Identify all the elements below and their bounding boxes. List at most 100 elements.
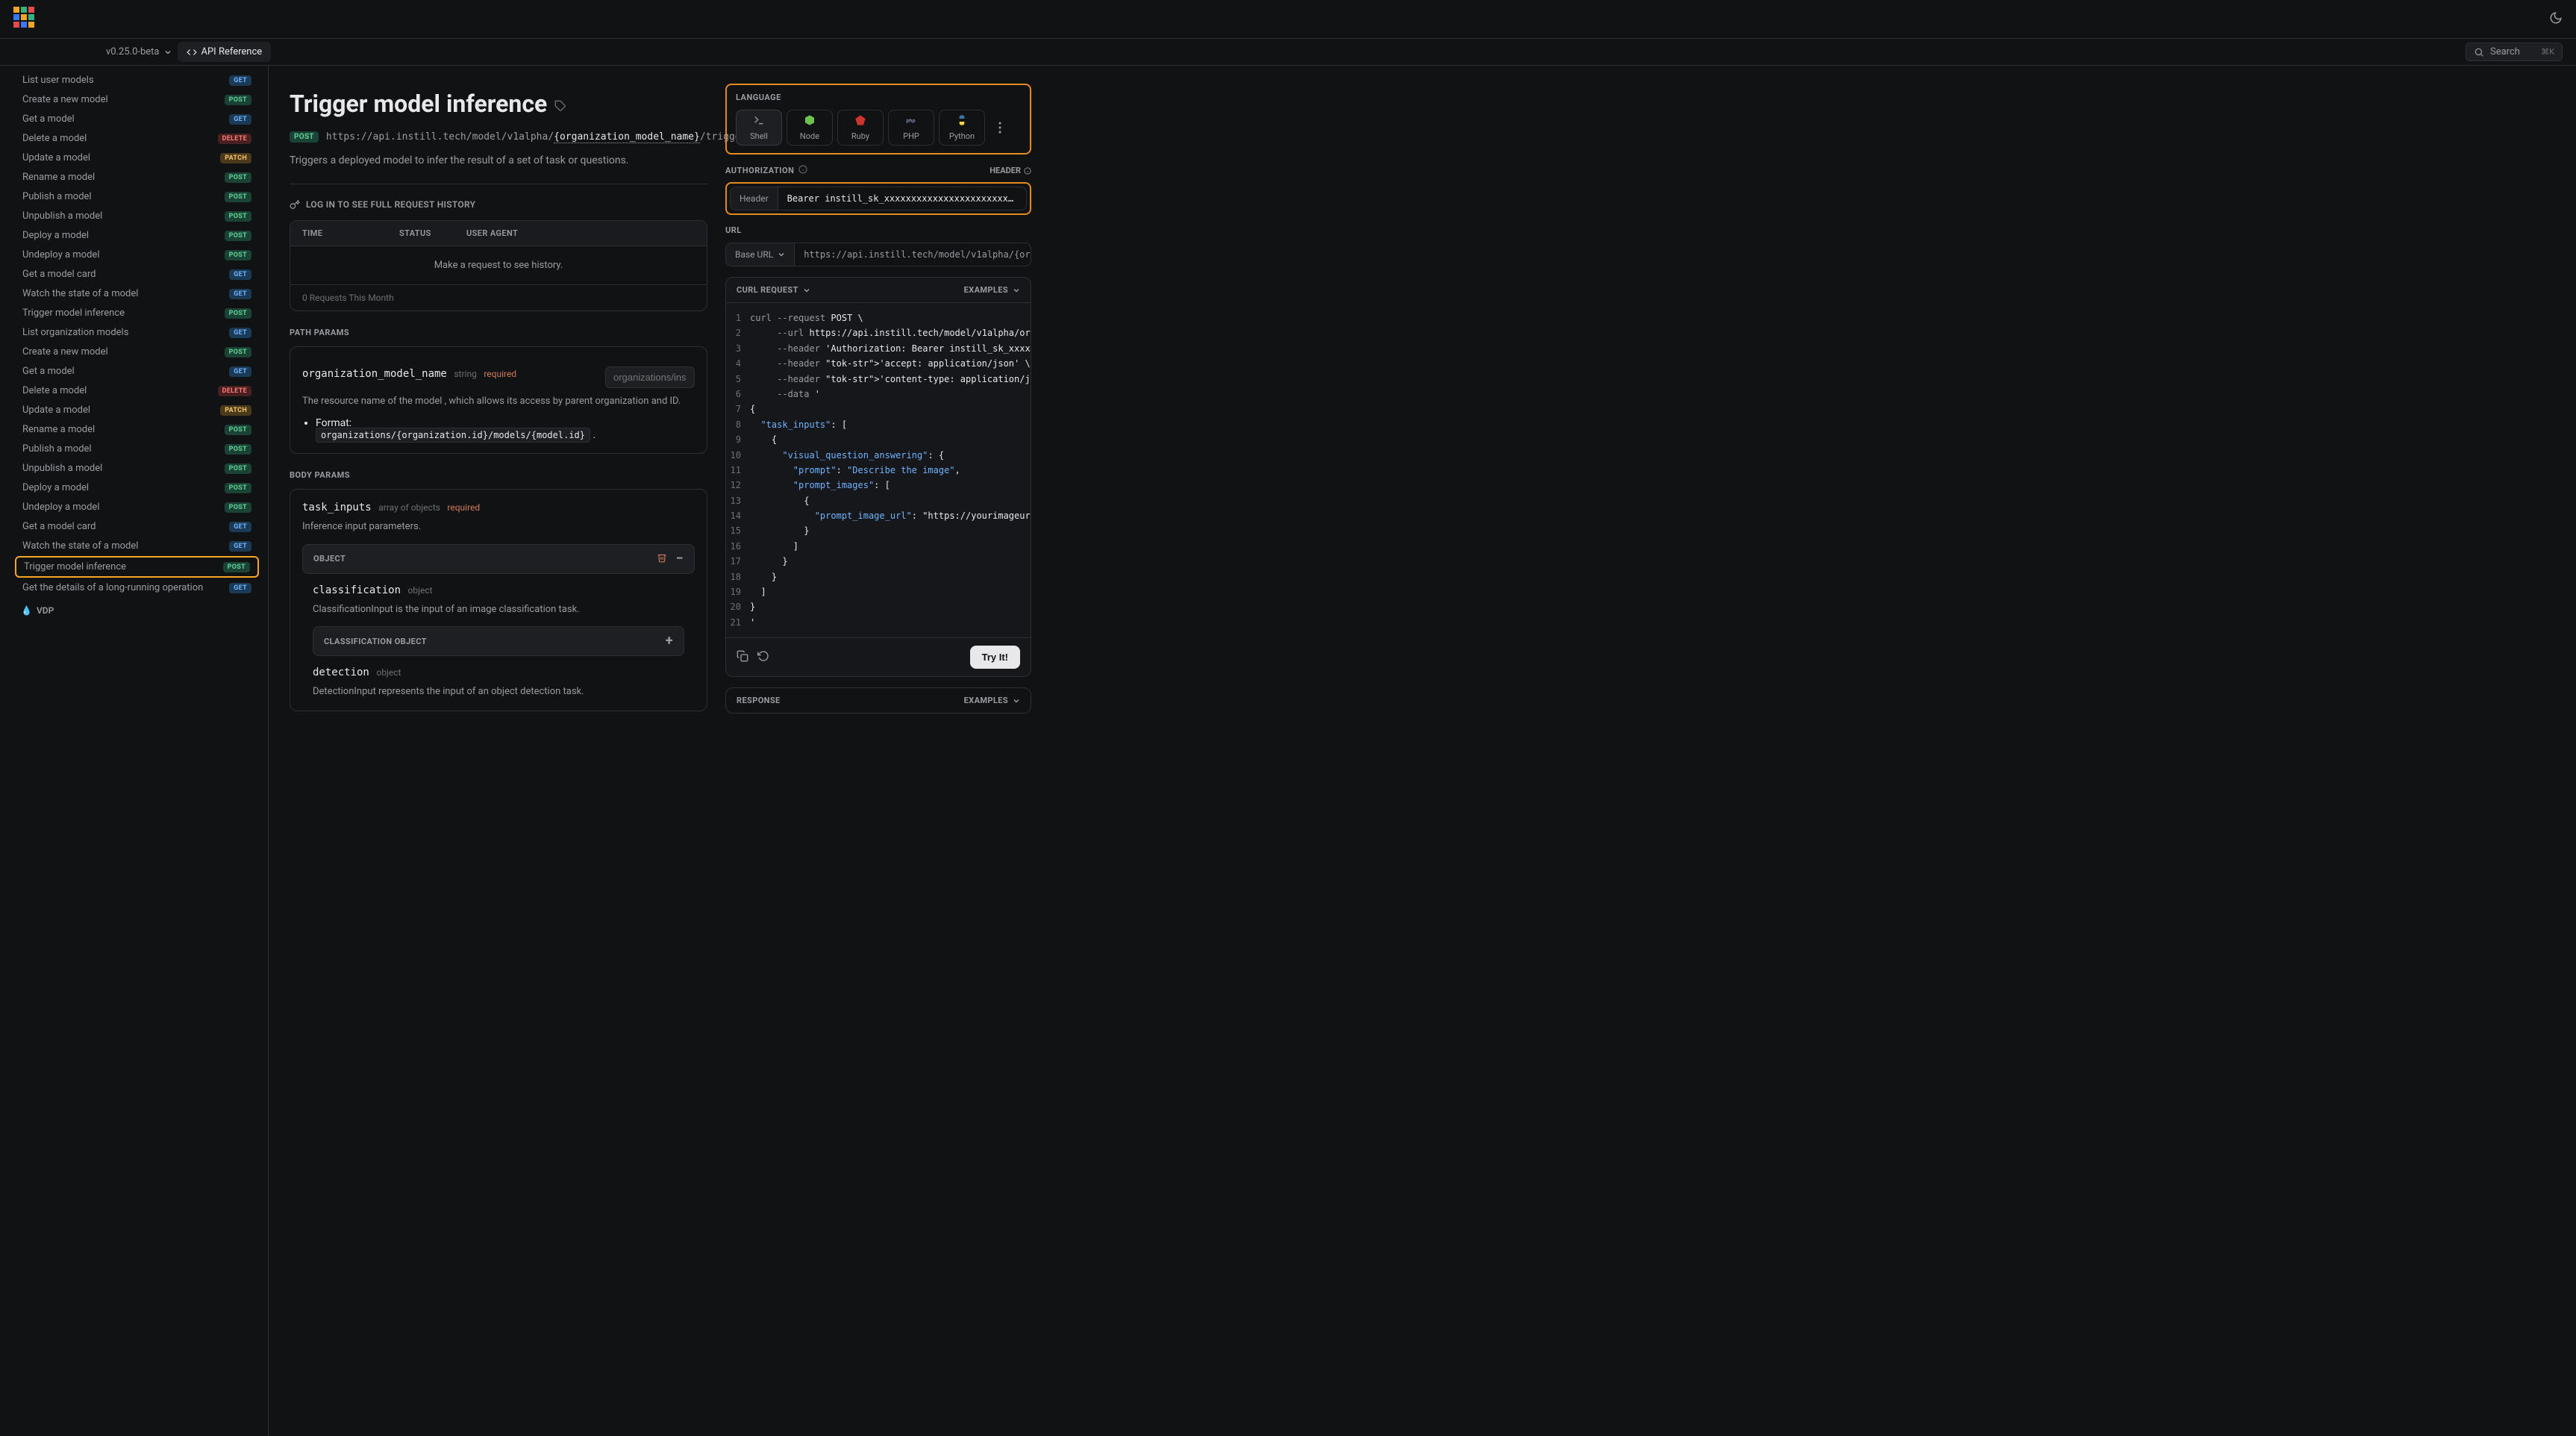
method-badge: POST xyxy=(225,347,251,358)
endpoint-row: POST https://api.instill.tech/model/v1al… xyxy=(290,131,707,143)
sidebar-item[interactable]: Create a new modelPOST xyxy=(15,90,259,109)
expand-toggle[interactable]: + xyxy=(666,634,673,648)
sidebar-item[interactable]: Trigger model inferencePOST xyxy=(15,556,259,578)
sidebar-item[interactable]: Trigger model inferencePOST xyxy=(15,304,259,322)
auth-value[interactable]: Bearer instill_sk_xxxxxxxxxxxxxxxxxxxxxx… xyxy=(778,187,1026,210)
path-param-input[interactable] xyxy=(605,366,695,388)
sidebar-item[interactable]: Undeploy a modelPOST xyxy=(15,498,259,516)
language-tile-python[interactable]: Python xyxy=(939,110,985,146)
url-path-var[interactable]: {organization_model_name} xyxy=(554,131,700,143)
sidebar-item[interactable]: Get a modelGET xyxy=(15,362,259,381)
sidebar-item-label: Undeploy a model xyxy=(22,249,225,260)
sidebar-item[interactable]: Publish a modelPOST xyxy=(15,440,259,458)
body-param-desc: Inference input parameters. xyxy=(302,519,695,535)
auth-key: Header xyxy=(731,187,778,210)
php-icon: php xyxy=(905,114,917,128)
sidebar-item[interactable]: Deploy a modelPOST xyxy=(15,226,259,245)
logo xyxy=(13,7,39,32)
sidebar-item-label: Update a model xyxy=(22,405,220,416)
svg-text:php: php xyxy=(906,119,915,124)
key-icon xyxy=(290,199,300,210)
reset-icon[interactable] xyxy=(757,650,769,664)
language-tile-shell[interactable]: Shell xyxy=(736,110,782,146)
examples-dropdown[interactable]: EXAMPLES xyxy=(964,285,1020,295)
method-badge: GET xyxy=(229,114,251,125)
col-status: STATUS xyxy=(399,228,466,238)
sidebar-item-label: Undeploy a model xyxy=(22,502,225,513)
base-url-key[interactable]: Base URL xyxy=(726,243,795,266)
col-user-agent: USER AGENT xyxy=(466,228,695,238)
sidebar-section[interactable]: 💧VDP xyxy=(15,598,259,619)
sidebar-item-label: Delete a model xyxy=(22,133,218,144)
theme-toggle[interactable] xyxy=(2549,11,2563,28)
language-more[interactable] xyxy=(990,122,1010,134)
method-badge: POST xyxy=(290,131,319,143)
code-body[interactable]: 1curl --request POST \2 --url https://ap… xyxy=(726,303,1031,637)
sidebar-item[interactable]: Unpublish a modelPOST xyxy=(15,459,259,478)
method-badge: POST xyxy=(225,483,251,493)
method-badge: PATCH xyxy=(220,405,251,416)
search-placeholder: Search xyxy=(2490,46,2520,57)
node-icon xyxy=(804,114,816,128)
page-description: Triggers a deployed model to infer the r… xyxy=(290,153,707,169)
sidebar-item-label: Get a model xyxy=(22,366,229,377)
language-tile-ruby[interactable]: Ruby xyxy=(837,110,884,146)
try-it-button[interactable]: Try It! xyxy=(970,646,1020,669)
sidebar-item[interactable]: Delete a modelDELETE xyxy=(15,129,259,148)
param-name: organization_model_name xyxy=(302,368,447,380)
tag-icon xyxy=(554,90,566,118)
sidebar-item[interactable]: Publish a modelPOST xyxy=(15,187,259,206)
sidebar-item-label: Publish a model xyxy=(22,443,225,455)
sidebar-item[interactable]: Get a model cardGET xyxy=(15,265,259,284)
api-reference-tab[interactable]: API Reference xyxy=(178,42,272,62)
path-params-label: PATH PARAMS xyxy=(290,328,707,337)
sidebar-item[interactable]: Watch the state of a modelGET xyxy=(15,537,259,555)
language-tile-php[interactable]: phpPHP xyxy=(888,110,934,146)
app-header xyxy=(0,0,2576,39)
sidebar-item-label: Create a new model xyxy=(22,346,225,358)
method-badge: GET xyxy=(229,522,251,532)
version-selector[interactable]: v0.25.0-beta xyxy=(106,46,172,57)
version-label: v0.25.0-beta xyxy=(106,46,160,57)
sidebar-item[interactable]: Delete a modelDELETE xyxy=(15,381,259,400)
sidebar-item[interactable]: Deploy a modelPOST xyxy=(15,478,259,497)
body-params-label: BODY PARAMS xyxy=(290,470,707,480)
param-format: Format: organizations/{organization.id}/… xyxy=(302,417,695,441)
info-icon[interactable] xyxy=(798,165,807,176)
language-tile-node[interactable]: Node xyxy=(787,110,833,146)
nested-param-detection: detection object DetectionInput represen… xyxy=(302,656,695,711)
trash-icon[interactable] xyxy=(657,552,667,565)
collapse-toggle[interactable]: − xyxy=(676,552,684,566)
sidebar-item[interactable]: Get a model cardGET xyxy=(15,517,259,536)
sidebar[interactable]: List user modelsGETCreate a new modelPOS… xyxy=(0,66,269,1436)
sidebar-item[interactable]: List user modelsGET xyxy=(15,71,259,90)
sidebar-item[interactable]: Unpublish a modelPOST xyxy=(15,207,259,225)
request-history-empty: Make a request to see history. xyxy=(290,246,707,285)
method-badge: PATCH xyxy=(220,153,251,163)
method-badge: GET xyxy=(229,583,251,593)
auth-mode[interactable]: HEADER xyxy=(990,166,1031,175)
sidebar-item-label: Publish a model xyxy=(22,191,225,202)
login-prompt[interactable]: LOG IN TO SEE FULL REQUEST HISTORY xyxy=(290,199,707,210)
copy-icon[interactable] xyxy=(737,650,748,664)
method-badge: POST xyxy=(225,211,251,222)
sidebar-item[interactable]: Get a modelGET xyxy=(15,110,259,128)
sidebar-item[interactable]: Create a new modelPOST xyxy=(15,343,259,361)
method-badge: POST xyxy=(225,502,251,513)
sidebar-item[interactable]: List organization modelsGET xyxy=(15,323,259,342)
sidebar-item[interactable]: Rename a modelPOST xyxy=(15,168,259,187)
path-param-card: organization_model_name string required … xyxy=(290,346,707,454)
sidebar-item[interactable]: Watch the state of a modelGET xyxy=(15,284,259,303)
sidebar-item[interactable]: Get the details of a long-running operat… xyxy=(15,578,259,597)
sidebar-item-label: List organization models xyxy=(22,327,229,338)
sidebar-item[interactable]: Undeploy a modelPOST xyxy=(15,246,259,264)
sidebar-item-label: Deploy a model xyxy=(22,230,225,241)
response-examples-dropdown[interactable]: EXAMPLES xyxy=(964,696,1020,705)
search-input[interactable]: Search ⌘K xyxy=(2466,43,2563,61)
sidebar-item[interactable]: Update a modelPATCH xyxy=(15,401,259,419)
sidebar-item[interactable]: Update a modelPATCH xyxy=(15,149,259,167)
sidebar-item-label: Get the details of a long-running operat… xyxy=(22,582,229,593)
sidebar-item[interactable]: Rename a modelPOST xyxy=(15,420,259,439)
response-panel-head[interactable]: RESPONSE EXAMPLES xyxy=(725,687,1031,714)
curl-request-dropdown[interactable]: CURL REQUEST xyxy=(737,285,810,295)
